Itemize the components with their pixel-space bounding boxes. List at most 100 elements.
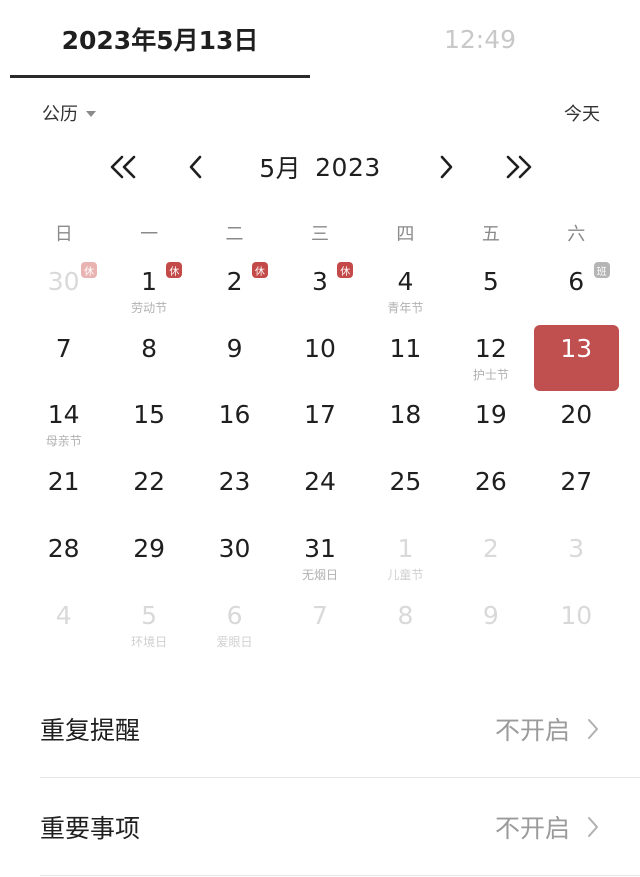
today-button[interactable]: 今天 — [564, 100, 600, 126]
day-number: 28 — [47, 533, 80, 563]
day-number: 25 — [389, 467, 422, 497]
holiday-badge: 休 — [337, 262, 354, 278]
chevron-right-icon — [588, 817, 598, 837]
day-cell[interactable]: 23 — [192, 458, 277, 525]
day-number: 20 — [560, 400, 593, 430]
day-cell[interactable]: 7 — [277, 592, 362, 659]
day-cell[interactable]: 4 — [21, 592, 106, 659]
day-cell[interactable]: 3 — [534, 525, 619, 592]
festival-label: 环境日 — [131, 634, 168, 649]
day-number: 7 — [55, 333, 72, 363]
day-cell[interactable]: 24 — [277, 458, 362, 525]
day-cell[interactable]: 1 劳动节休 — [106, 258, 191, 325]
day-cell[interactable]: 9 — [448, 592, 533, 659]
month-year-title: 5月 2023 — [220, 140, 420, 194]
day-number: 17 — [304, 400, 336, 430]
day-number: 12 — [474, 333, 507, 363]
day-cell[interactable]: 5 — [448, 258, 533, 325]
day-number: 30 — [218, 533, 251, 563]
day-cell[interactable]: 7 — [21, 325, 106, 392]
day-cell[interactable]: 12 护士节 — [448, 325, 533, 392]
month-label: 5月 — [259, 154, 302, 183]
day-cell[interactable]: 19 — [448, 391, 533, 458]
calendar-type-selector[interactable]: 公历 — [42, 100, 96, 126]
day-cell[interactable]: 31 无烟日 — [277, 525, 362, 592]
next-month-button[interactable] — [426, 140, 466, 194]
day-number: 18 — [389, 400, 422, 430]
day-cell[interactable]: 18 — [363, 391, 448, 458]
day-cell[interactable]: 29 — [106, 525, 191, 592]
day-number: 31 — [304, 533, 336, 563]
day-cell[interactable]: 10 — [534, 592, 619, 659]
prev-month-button[interactable] — [176, 140, 216, 194]
day-cell[interactable]: 16 — [192, 391, 277, 458]
day-cell-selected[interactable]: 13 — [533, 324, 619, 392]
day-cell[interactable]: 25 — [363, 458, 448, 525]
important-item-row[interactable]: 重要事项 不开启 — [40, 778, 640, 876]
important-item-value: 不开启 — [494, 814, 570, 843]
day-cell[interactable]: 27 — [534, 458, 619, 525]
day-cell[interactable]: 17 — [277, 391, 362, 458]
weekday-wed: 三 — [310, 224, 329, 245]
day-cell[interactable]: 2 — [448, 525, 533, 592]
festival-label: 护士节 — [472, 367, 509, 382]
day-number: 4 — [55, 600, 72, 630]
day-cell[interactable]: 14 母亲节 — [21, 391, 106, 458]
day-number: 3 — [568, 533, 585, 563]
day-number: 1 — [397, 533, 414, 563]
day-number: 10 — [304, 333, 336, 363]
day-cell[interactable]: 5 环境日 — [106, 592, 191, 659]
day-cell[interactable]: 15 — [106, 391, 191, 458]
day-cell[interactable]: 2休 — [192, 258, 277, 325]
weekday-header: 日 一 二 三 四 五 六 — [21, 218, 619, 252]
festival-label: 青年节 — [387, 301, 424, 315]
day-number: 9 — [226, 333, 243, 363]
repeat-reminder-row[interactable]: 重复提醒 不开启 — [40, 680, 640, 778]
day-cell[interactable]: 8 — [363, 592, 448, 659]
day-number: 13 — [560, 333, 593, 363]
important-item-label: 重要事项 — [40, 814, 141, 843]
day-number: 24 — [304, 467, 336, 497]
holiday-badge: 休 — [166, 262, 183, 278]
day-cell[interactable]: 30 休 — [21, 258, 106, 325]
day-cell[interactable]: 26 — [448, 458, 533, 525]
next-year-button[interactable] — [496, 140, 542, 194]
day-number: 21 — [47, 467, 80, 497]
day-cell[interactable]: 4 青年节 — [363, 258, 448, 325]
day-cell[interactable]: 22 — [106, 458, 191, 525]
day-number: 5 — [482, 267, 499, 296]
day-cell[interactable]: 6 爱眼日 — [192, 592, 277, 659]
day-cell[interactable]: 28 — [21, 525, 106, 592]
day-cell[interactable]: 3休 — [277, 258, 362, 325]
day-number: 27 — [560, 467, 593, 497]
day-cell[interactable]: 20 — [534, 391, 619, 458]
day-cell[interactable]: 21 — [21, 458, 106, 525]
day-number: 16 — [218, 400, 251, 430]
day-cell[interactable]: 11 — [363, 325, 448, 392]
weekday-sun: 日 — [54, 224, 73, 245]
active-tab-indicator — [10, 75, 310, 78]
day-cell[interactable]: 1 儿童节 — [363, 525, 448, 592]
chevron-right-icon — [440, 155, 453, 179]
day-cell[interactable]: 6班 — [534, 258, 619, 325]
day-number: 19 — [474, 400, 507, 430]
tab-date[interactable]: 2023年5月13日 — [10, 0, 310, 78]
caret-down-icon — [86, 111, 96, 117]
festival-label: 儿童节 — [387, 567, 424, 582]
workday-badge: 班 — [593, 262, 610, 278]
prev-year-button[interactable] — [100, 140, 146, 194]
day-cell[interactable]: 8 — [106, 325, 191, 392]
day-cell[interactable]: 30 — [192, 525, 277, 592]
festival-label: 劳动节 — [131, 301, 168, 315]
festival-label: 母亲节 — [45, 434, 82, 449]
day-cell[interactable]: 9 — [192, 325, 277, 392]
tab-time[interactable]: 12:49 — [330, 0, 630, 78]
chevron-right-icon — [588, 719, 598, 739]
day-number: 6 — [226, 600, 243, 630]
day-number: 15 — [133, 400, 166, 430]
chevron-left-icon — [189, 155, 202, 179]
holiday-badge: 休 — [251, 262, 268, 278]
day-number: 22 — [133, 467, 166, 497]
day-cell[interactable]: 10 — [277, 325, 362, 392]
holiday-badge: 休 — [81, 262, 97, 278]
